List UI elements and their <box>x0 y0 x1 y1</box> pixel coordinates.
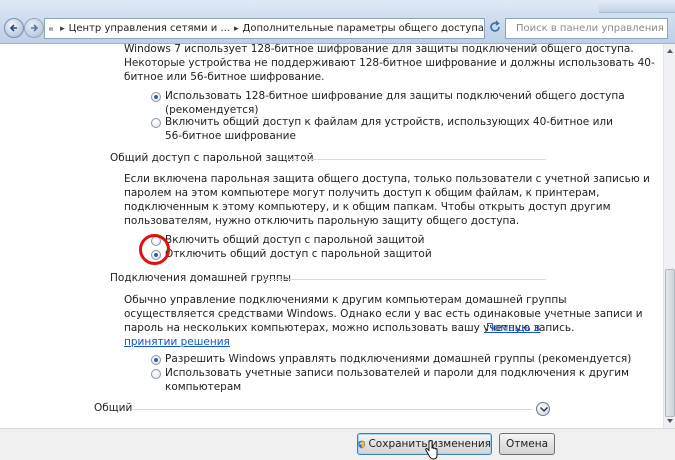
cancel-button[interactable]: Отмена <box>499 433 555 455</box>
section-divider <box>262 279 546 280</box>
option-label[interactable]: компьютерам <box>165 380 241 394</box>
password-intro-line: пользователям, нужно отключить парольную… <box>124 215 520 227</box>
radio-windows-manage-homegroup[interactable] <box>151 355 161 365</box>
section-divider <box>132 409 532 410</box>
homegroup-intro-line: осуществляется средствами Windows. Однак… <box>124 308 643 320</box>
cancel-button-label: Отмена <box>505 438 549 450</box>
section-title-homegroup: Подключения домашней группы <box>110 272 292 284</box>
scroll-thumb[interactable] <box>665 269 675 417</box>
arrow-right-icon <box>31 24 39 32</box>
section-title-general[interactable]: Общий <box>94 402 132 414</box>
chevron-down-icon <box>540 407 548 413</box>
encryption-intro-line: Windows 7 использует 128-битное шифрован… <box>124 44 634 55</box>
encryption-intro-line: битное или 56-битное шифрование. <box>124 71 325 83</box>
search-placeholder: Поиск в панели управления <box>516 23 664 34</box>
breadcrumb-network-center[interactable]: Центр управления сетями и ... <box>69 23 230 34</box>
control-panel-icon <box>49 26 54 31</box>
password-intro-line: подключенным к этому компьютеру, и к общ… <box>124 201 611 213</box>
option-label[interactable]: 56-битное шифрование <box>165 129 296 143</box>
address-box[interactable]: ▸ Центр управления сетями и ... ▸ Дополн… <box>44 18 485 39</box>
help-link[interactable]: Помощь в <box>486 321 540 335</box>
password-intro-line: паролем на этом компьютере могут получит… <box>124 187 600 199</box>
section-divider <box>284 159 546 160</box>
section-title-password-sharing: Общий доступ с парольной защитой <box>110 152 314 164</box>
option-label[interactable]: Отключить общий доступ с парольной защит… <box>165 247 432 261</box>
forward-button[interactable] <box>24 18 44 38</box>
scroll-down-arrow-icon[interactable] <box>664 414 675 428</box>
refresh-icon[interactable] <box>487 19 503 38</box>
vertical-scrollbar[interactable] <box>663 44 675 428</box>
radio-40-56bit-encryption[interactable] <box>151 118 161 128</box>
breadcrumb-separator: ▸ <box>60 23 65 34</box>
address-toolbar: ▸ Центр управления сетями и ... ▸ Дополн… <box>0 0 675 44</box>
breadcrumb-advanced-sharing[interactable]: Дополнительные параметры общего доступа <box>243 23 484 34</box>
back-button[interactable] <box>4 18 24 38</box>
button-bar: Сохранить изменения Отмена <box>0 428 675 460</box>
scroll-up-arrow-icon[interactable] <box>664 44 675 58</box>
radio-128bit-encryption[interactable] <box>151 92 161 102</box>
radio-use-accounts-passwords[interactable] <box>151 369 161 379</box>
option-label[interactable]: Включить общий доступ к файлам для устро… <box>165 115 613 129</box>
expand-section-button[interactable] <box>536 402 550 416</box>
settings-content: Windows 7 использует 128-битное шифрован… <box>0 44 663 428</box>
search-input[interactable]: Поиск в панели управления <box>505 18 668 39</box>
option-label[interactable]: Использовать 128-битное шифрование для з… <box>165 89 625 103</box>
option-label[interactable]: Разрешить Windows управлять подключениям… <box>165 352 631 366</box>
window-controls[interactable] <box>599 0 675 13</box>
password-intro-line: Если включена парольная защита общего до… <box>124 173 650 185</box>
uac-shield-icon <box>358 440 366 448</box>
help-link[interactable]: принятии решения <box>124 335 230 349</box>
arrow-left-icon <box>9 24 17 32</box>
breadcrumb-separator: ▸ <box>233 23 239 34</box>
mouse-cursor-icon <box>425 440 438 460</box>
option-label[interactable]: Использовать учетные записи пользователе… <box>165 366 629 380</box>
option-label[interactable]: Включить общий доступ с парольной защито… <box>165 233 424 247</box>
encryption-intro-line: Некоторые устройства не поддерживают 128… <box>124 57 655 69</box>
red-annotation-circle <box>139 234 170 265</box>
homegroup-intro-line: Обычно управление подключениями к другим… <box>124 294 567 306</box>
